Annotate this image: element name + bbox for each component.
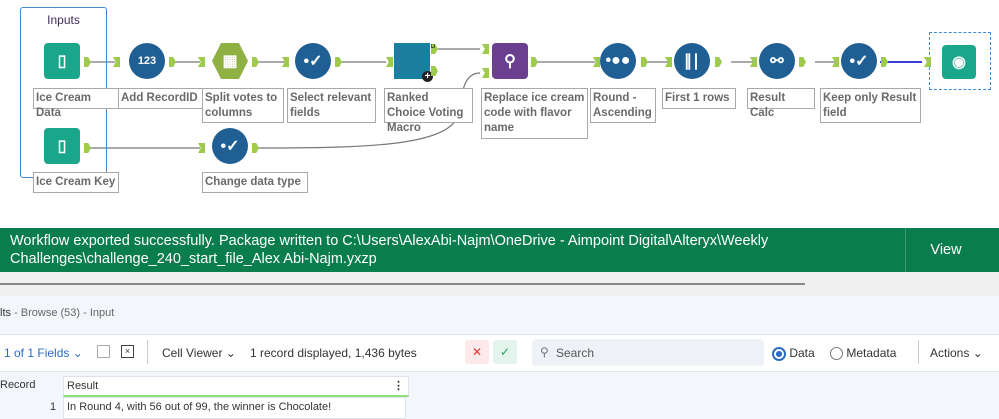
browse-icon[interactable]: ◉ [942, 45, 976, 79]
tool-label[interactable]: Result Calc [747, 88, 815, 119]
search-icon: ⚲ [540, 345, 549, 359]
results-panel: lts - Browse (53) - Input 1 of 1 Fields … [0, 296, 999, 419]
record-summary: 1 record displayed, 1,436 bytes [250, 346, 417, 360]
apply-button[interactable]: ✓ [493, 340, 517, 364]
cell-viewer-dropdown[interactable]: Cell Viewer ⌄ [162, 346, 236, 360]
splitter[interactable] [0, 283, 805, 285]
data-radio[interactable]: Data [772, 346, 815, 361]
container-title: Inputs [47, 13, 80, 27]
results-title: lts [0, 307, 11, 319]
select-icon[interactable]: •✓ [212, 128, 248, 164]
input-book-icon[interactable]: ▯ [44, 43, 80, 79]
actions-dropdown[interactable]: Actions ⌄ [930, 346, 983, 360]
tool-label[interactable]: Split votes to columns [202, 88, 284, 123]
tool-label[interactable]: Ice Cream Data [33, 88, 119, 119]
record-id-icon[interactable]: 123 [129, 43, 165, 79]
tool-label[interactable]: Ice Cream Key [33, 172, 119, 193]
tool-label[interactable]: Replace ice cream code with flavor name [481, 88, 588, 139]
results-subtitle: - Browse (53) - Input [11, 307, 115, 319]
input-book-icon[interactable]: ▯ [44, 128, 80, 164]
column-header-result[interactable]: Result ⋮ [63, 376, 409, 397]
metadata-radio[interactable]: Metadata [830, 346, 896, 361]
discard-button[interactable]: ✕ [465, 340, 489, 364]
row-record: 1 [50, 401, 57, 413]
column-header-record[interactable]: Record [0, 379, 35, 391]
macro-icon[interactable]: + [394, 43, 433, 82]
fields-dropdown[interactable]: 1 of 1 Fields ⌄ [4, 346, 83, 360]
select-icon[interactable]: •✓ [295, 43, 331, 79]
tool-label[interactable]: Add RecordID [118, 88, 203, 109]
tool-label[interactable]: First 1 rows [662, 88, 736, 109]
export-success-banner: Workflow exported successfully. Package … [0, 228, 999, 272]
tool-label[interactable]: Ranked Choice Voting Macro [384, 88, 473, 134]
column-menu-icon: ⋮ [393, 380, 404, 392]
tool-label[interactable]: Keep only Result field [820, 88, 921, 123]
search-input[interactable]: ⚲ Search [532, 339, 764, 366]
sort-icon[interactable]: •●● [600, 43, 636, 79]
row-result-cell[interactable]: In Round 4, with 56 out of 99, the winne… [63, 397, 406, 419]
banner-message: Workflow exported successfully. Package … [10, 233, 769, 267]
sample-icon[interactable]: ∥∣ [674, 43, 710, 79]
deselect-icon[interactable]: × [121, 345, 134, 358]
checkbox-icon[interactable] [97, 345, 110, 358]
tool-label[interactable]: Round - Ascending [590, 88, 656, 123]
tool-label[interactable]: Change data type [202, 172, 308, 193]
formula-icon[interactable]: ⚯ [759, 43, 795, 79]
find-replace-icon[interactable]: ⚲ [492, 43, 528, 79]
select-icon[interactable]: •✓ [841, 43, 877, 79]
tool-label[interactable]: Select relevant fields [287, 88, 376, 123]
view-button[interactable]: View [906, 228, 986, 272]
